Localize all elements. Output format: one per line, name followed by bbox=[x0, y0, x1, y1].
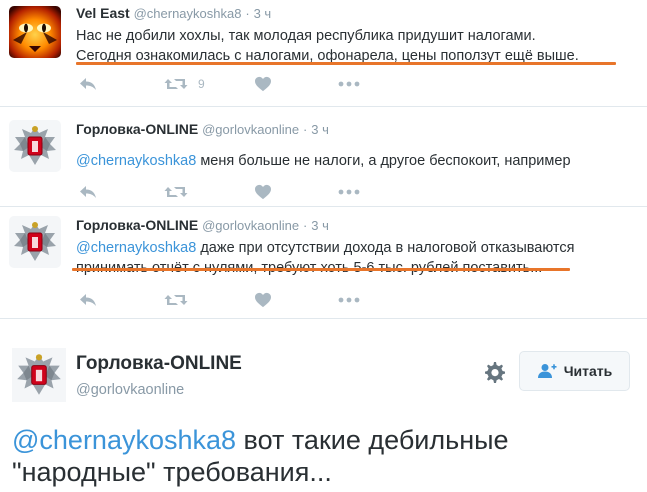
author-handle[interactable]: @gorlovkaonline bbox=[76, 382, 184, 398]
author-handle[interactable]: @gorlovkaonline bbox=[202, 218, 299, 233]
more-button[interactable] bbox=[338, 74, 360, 94]
like-button[interactable] bbox=[254, 182, 272, 202]
tweet-text: @chernaykoshka8 вот такие дебильные "нар… bbox=[12, 424, 632, 488]
more-button[interactable] bbox=[338, 290, 360, 310]
tweet-text-line: "народные" требования... bbox=[12, 457, 332, 487]
heart-icon bbox=[254, 292, 272, 308]
retweet-button[interactable]: 9 bbox=[164, 74, 205, 94]
retweet-count: 9 bbox=[198, 77, 205, 91]
tweet-actions bbox=[76, 290, 396, 310]
tweet[interactable]: Vel East @chernaykoshka8 · 3 ч Нас не до… bbox=[0, 0, 647, 103]
tweet-text: @chernaykoshka8 меня больше не налоги, а… bbox=[76, 151, 637, 171]
highlight-underline bbox=[76, 62, 616, 65]
tweet-text: @chernaykoshka8 даже при отсутствии дохо… bbox=[76, 238, 637, 278]
heart-icon bbox=[254, 184, 272, 200]
reply-button[interactable] bbox=[78, 290, 98, 310]
author-handle[interactable]: @chernaykoshka8 bbox=[134, 6, 242, 21]
more-icon bbox=[338, 189, 360, 195]
author-name[interactable]: Горловка-ONLINE bbox=[76, 353, 242, 375]
reply-button[interactable] bbox=[78, 74, 98, 94]
more-icon bbox=[338, 81, 360, 87]
author-name[interactable]: Vel East bbox=[76, 5, 130, 21]
mention-link[interactable]: @chernaykoshka8 bbox=[76, 240, 196, 256]
like-button[interactable] bbox=[254, 290, 272, 310]
tweet-actions bbox=[76, 182, 396, 202]
divider bbox=[0, 106, 647, 107]
timestamp[interactable]: 3 ч bbox=[311, 218, 329, 233]
reply-button[interactable] bbox=[78, 182, 98, 202]
divider bbox=[0, 206, 647, 207]
tweet-header: Vel East @chernaykoshka8 · 3 ч bbox=[76, 4, 637, 23]
tiger-eye-avatar[interactable] bbox=[9, 6, 61, 58]
tweet-text-line: даже при отсутствии дохода в налоговой о… bbox=[196, 240, 575, 256]
tweet[interactable]: Горловка-ONLINE @gorlovkaonline · 3 ч @c… bbox=[0, 208, 647, 314]
tweet-text-line: меня больше не налоги, а другое беспокои… bbox=[196, 153, 571, 169]
separator-dot: · bbox=[245, 6, 250, 21]
tweet-text-line: вот такие дебильные bbox=[236, 425, 509, 455]
expanded-tweet: Горловка-ONLINE @gorlovkaonline Читать @… bbox=[0, 320, 647, 492]
reply-icon bbox=[78, 292, 98, 308]
reply-icon bbox=[78, 76, 98, 92]
gear-icon[interactable] bbox=[482, 360, 506, 384]
tweet-feed: Vel East @chernaykoshka8 · 3 ч Нас не до… bbox=[0, 0, 647, 320]
heart-icon bbox=[254, 76, 272, 92]
tweet-header: Горловка-ONLINE @gorlovkaonline · 3 ч bbox=[76, 216, 637, 235]
separator-dot: · bbox=[303, 122, 308, 137]
follow-button[interactable]: Читать bbox=[519, 351, 630, 391]
divider bbox=[0, 318, 647, 319]
like-button[interactable] bbox=[254, 74, 272, 94]
retweet-button[interactable] bbox=[164, 290, 188, 310]
author-name[interactable]: Горловка-ONLINE bbox=[76, 121, 198, 137]
dpr-eagle-avatar[interactable] bbox=[9, 120, 61, 172]
highlight-underline bbox=[72, 268, 570, 271]
more-icon bbox=[338, 297, 360, 303]
reply-icon bbox=[78, 184, 98, 200]
dpr-eagle-avatar[interactable] bbox=[12, 348, 66, 402]
author-handle[interactable]: @gorlovkaonline bbox=[202, 122, 299, 137]
tweet-text-line: Нас не добили хохлы, так молодая республ… bbox=[76, 28, 536, 44]
mention-link[interactable]: @chernaykoshka8 bbox=[76, 153, 196, 169]
add-user-icon bbox=[537, 364, 557, 378]
retweet-icon bbox=[164, 184, 188, 200]
retweet-icon bbox=[164, 76, 188, 92]
tweet-text: Нас не добили хохлы, так молодая республ… bbox=[76, 26, 637, 66]
tweet[interactable]: Горловка-ONLINE @gorlovkaonline · 3 ч @c… bbox=[0, 110, 647, 206]
retweet-button[interactable] bbox=[164, 182, 188, 202]
more-button[interactable] bbox=[338, 182, 360, 202]
tweet-actions: 9 bbox=[76, 74, 396, 94]
timestamp[interactable]: 3 ч bbox=[254, 6, 272, 21]
separator-dot: · bbox=[303, 218, 308, 233]
follow-button-label: Читать bbox=[563, 363, 613, 379]
tweet-header: Горловка-ONLINE @gorlovkaonline · 3 ч bbox=[76, 120, 637, 139]
author-name[interactable]: Горловка-ONLINE bbox=[76, 217, 198, 233]
mention-link[interactable]: @chernaykoshka8 bbox=[12, 425, 236, 455]
timestamp[interactable]: 3 ч bbox=[311, 122, 329, 137]
retweet-icon bbox=[164, 292, 188, 308]
dpr-eagle-avatar[interactable] bbox=[9, 216, 61, 268]
